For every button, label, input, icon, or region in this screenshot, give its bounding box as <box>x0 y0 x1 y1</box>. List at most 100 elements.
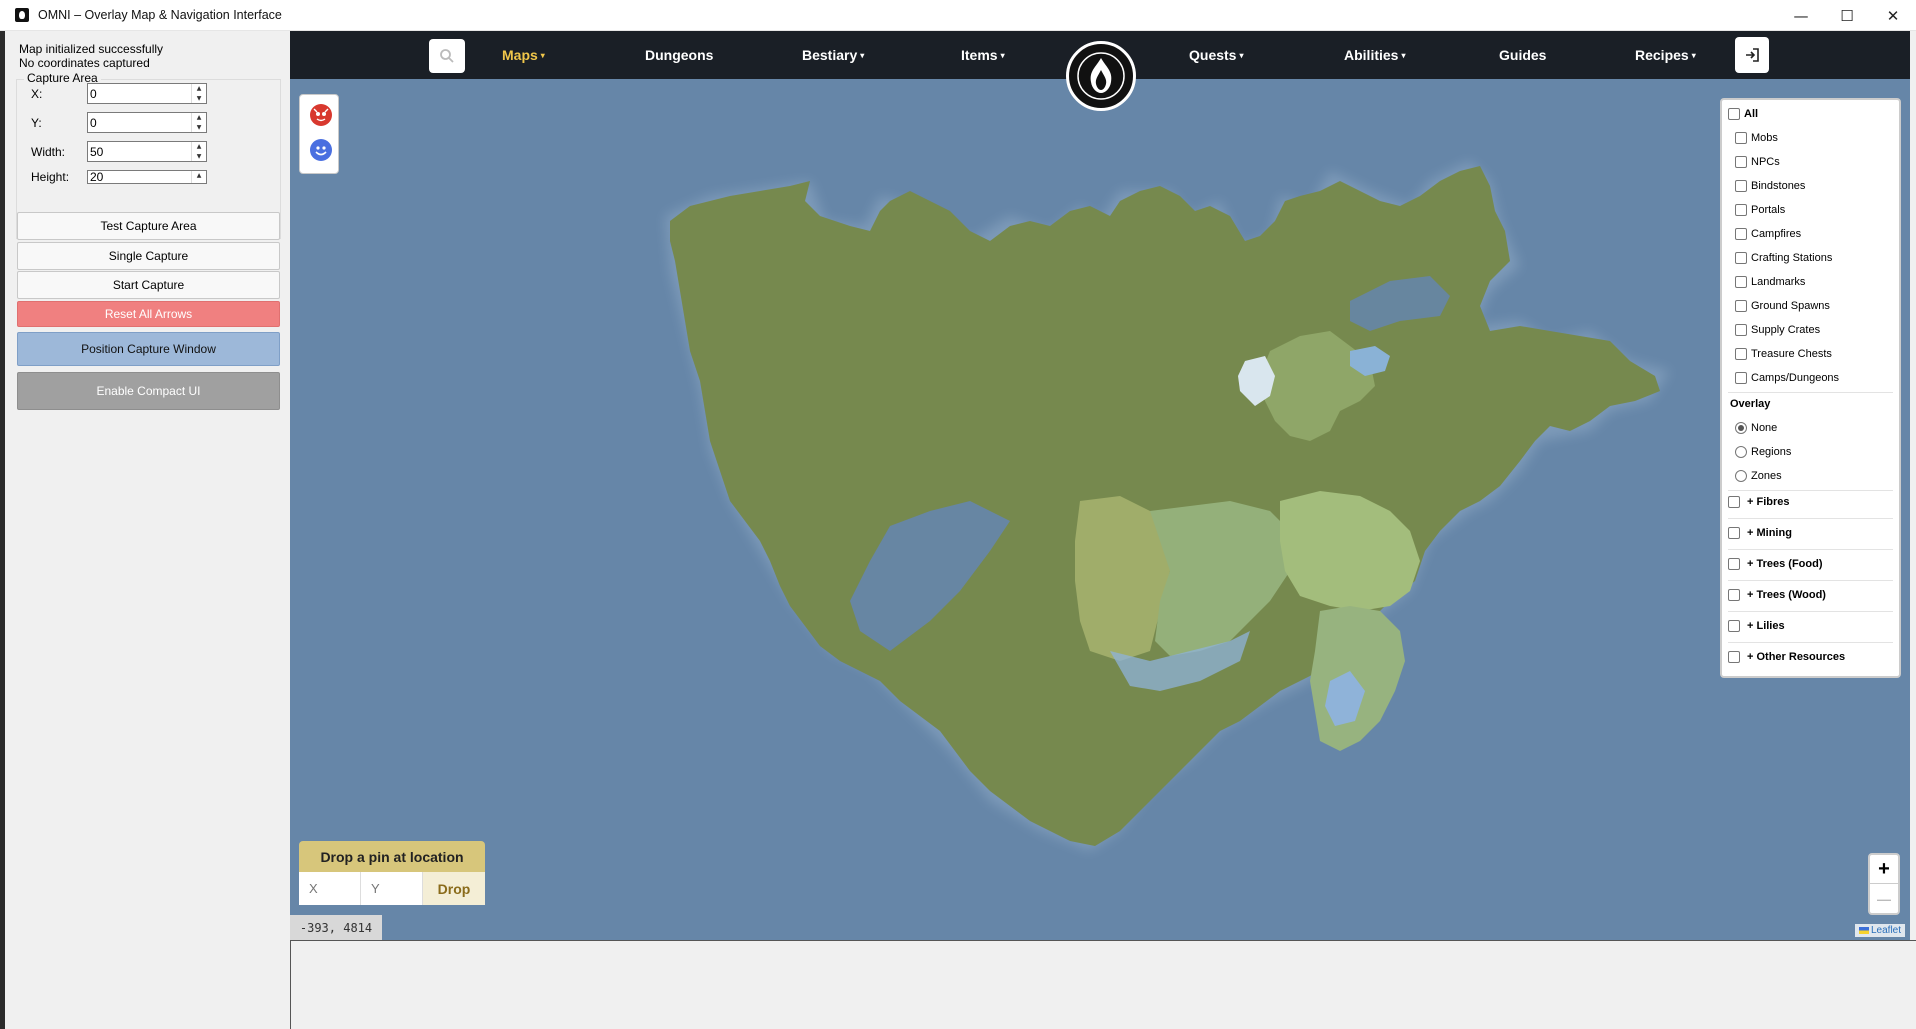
crafting-stations-checkbox[interactable] <box>1735 252 1747 264</box>
right-strip <box>1910 31 1916 940</box>
world-map[interactable] <box>290 31 1910 940</box>
lilies-checkbox[interactable] <box>1728 620 1740 632</box>
supply-crates-checkbox[interactable] <box>1735 324 1747 336</box>
single-capture-button[interactable]: Single Capture <box>17 242 280 270</box>
bindstones-checkbox[interactable] <box>1735 180 1747 192</box>
nav-quests[interactable]: Quests ▾ <box>1189 31 1243 79</box>
mobs-checkbox[interactable] <box>1735 132 1747 144</box>
login-button[interactable] <box>1735 37 1769 73</box>
npcs-checkbox[interactable] <box>1735 156 1747 168</box>
nav-search-button[interactable] <box>429 39 465 73</box>
x-input[interactable] <box>88 84 191 103</box>
camps-dungeons-checkbox[interactable] <box>1735 372 1747 384</box>
nav-bestiary[interactable]: Bestiary ▾ <box>802 31 864 79</box>
nav-guides[interactable]: Guides <box>1499 31 1546 79</box>
filter-mobs[interactable]: Mobs <box>1735 132 1778 144</box>
map-view[interactable]: Maps ▾ Dungeons Bestiary ▾ Items ▾ Quests ▾ … <box>290 31 1910 940</box>
y-down-arrow-icon[interactable]: ▼ <box>192 123 206 133</box>
filter-portals[interactable]: Portals <box>1735 204 1785 216</box>
y-spinbox[interactable]: ▲▼ <box>87 112 207 133</box>
y-up-arrow-icon[interactable]: ▲ <box>192 113 206 123</box>
flame-logo-icon[interactable] <box>1066 41 1136 111</box>
trees-food-checkbox[interactable] <box>1728 558 1740 570</box>
window-title: OMNI – Overlay Map & Navigation Interfac… <box>38 8 282 22</box>
enable-compact-ui-button[interactable]: Enable Compact UI <box>17 372 280 410</box>
nav-recipes[interactable]: Recipes ▾ <box>1635 31 1696 79</box>
resource-fibres[interactable]: + Fibres <box>1728 496 1790 508</box>
y-input[interactable] <box>88 113 191 132</box>
filter-camps-dungeons-label: Camps/Dungeons <box>1751 372 1840 384</box>
map-attribution[interactable]: Leaflet <box>1855 924 1906 937</box>
nav-maps[interactable]: Maps ▾ <box>502 31 545 79</box>
close-button[interactable]: ✕ <box>1870 0 1916 31</box>
mining-checkbox[interactable] <box>1728 527 1740 539</box>
test-capture-area-button[interactable]: Test Capture Area <box>17 212 280 240</box>
divider <box>1728 392 1893 393</box>
zoom-in-button[interactable]: + <box>1870 855 1898 884</box>
login-icon <box>1746 48 1759 62</box>
filter-portals-label: Portals <box>1751 204 1786 216</box>
resource-lilies[interactable]: + Lilies <box>1728 620 1785 632</box>
overlay-none[interactable]: None <box>1735 422 1777 434</box>
height-field-row: Height: ▲ <box>31 170 207 184</box>
filter-all[interactable]: All <box>1728 108 1758 120</box>
fibres-checkbox[interactable] <box>1728 496 1740 508</box>
smiley-faction-icon[interactable] <box>310 139 332 161</box>
zoom-out-button[interactable]: — <box>1870 884 1898 913</box>
reset-all-arrows-button[interactable]: Reset All Arrows <box>17 301 280 327</box>
region-south <box>1310 606 1405 751</box>
filter-treasure-chests[interactable]: Treasure Chests <box>1735 348 1832 360</box>
height-input[interactable] <box>88 171 191 183</box>
drop-pin-title: Drop a pin at location <box>299 841 485 872</box>
width-input[interactable] <box>88 142 191 161</box>
portals-checkbox[interactable] <box>1735 204 1747 216</box>
filter-camps-dungeons[interactable]: Camps/Dungeons <box>1735 372 1839 384</box>
all-checkbox[interactable] <box>1728 108 1740 120</box>
nav-items[interactable]: Items ▾ <box>961 31 1005 79</box>
drop-pin-button[interactable]: Drop <box>423 872 485 905</box>
resource-trees-food[interactable]: + Trees (Food) <box>1728 558 1823 570</box>
overlay-zones-radio[interactable] <box>1735 470 1747 482</box>
width-up-arrow-icon[interactable]: ▲ <box>192 142 206 152</box>
pin-x-input[interactable] <box>299 872 361 905</box>
overlay-none-radio[interactable] <box>1735 422 1747 434</box>
demon-faction-icon[interactable] <box>310 104 332 126</box>
width-spinbox[interactable]: ▲▼ <box>87 141 207 162</box>
trees-wood-checkbox[interactable] <box>1728 589 1740 601</box>
maximize-button[interactable]: ☐ <box>1824 0 1870 31</box>
height-spinbox[interactable]: ▲ <box>87 170 207 184</box>
filter-ground-spawns[interactable]: Ground Spawns <box>1735 300 1830 312</box>
nav-abilities[interactable]: Abilities ▾ <box>1344 31 1405 79</box>
minimize-button[interactable]: — <box>1778 0 1824 31</box>
x-up-arrow-icon[interactable]: ▲ <box>192 84 206 94</box>
landmarks-checkbox[interactable] <box>1735 276 1747 288</box>
x-down-arrow-icon[interactable]: ▼ <box>192 94 206 104</box>
ground-spawns-checkbox[interactable] <box>1735 300 1747 312</box>
pin-y-input[interactable] <box>361 872 423 905</box>
start-capture-button[interactable]: Start Capture <box>17 271 280 299</box>
overlay-regions[interactable]: Regions <box>1735 446 1791 458</box>
height-up-arrow-icon[interactable]: ▲ <box>192 171 206 183</box>
treasure-chests-checkbox[interactable] <box>1735 348 1747 360</box>
filter-campfires[interactable]: Campfires <box>1735 228 1801 240</box>
filter-crafting-stations[interactable]: Crafting Stations <box>1735 252 1832 264</box>
resource-other[interactable]: + Other Resources <box>1728 651 1845 663</box>
filter-npcs-label: NPCs <box>1751 156 1780 168</box>
filter-npcs[interactable]: NPCs <box>1735 156 1780 168</box>
overlay-zones[interactable]: Zones <box>1735 470 1782 482</box>
resource-trees-wood[interactable]: + Trees (Wood) <box>1728 589 1826 601</box>
filter-bindstones[interactable]: Bindstones <box>1735 180 1805 192</box>
other-resources-checkbox[interactable] <box>1728 651 1740 663</box>
nav-dungeons[interactable]: Dungeons <box>645 31 713 79</box>
filter-supply-crates[interactable]: Supply Crates <box>1735 324 1820 336</box>
y-field-row: Y: ▲▼ <box>31 112 207 133</box>
resource-trees-food-label: + Trees (Food) <box>1747 558 1823 570</box>
campfires-checkbox[interactable] <box>1735 228 1747 240</box>
search-icon <box>440 49 454 63</box>
width-down-arrow-icon[interactable]: ▼ <box>192 152 206 162</box>
resource-mining[interactable]: + Mining <box>1728 527 1792 539</box>
x-spinbox[interactable]: ▲▼ <box>87 83 207 104</box>
filter-landmarks[interactable]: Landmarks <box>1735 276 1805 288</box>
position-capture-window-button[interactable]: Position Capture Window <box>17 332 280 366</box>
overlay-regions-radio[interactable] <box>1735 446 1747 458</box>
